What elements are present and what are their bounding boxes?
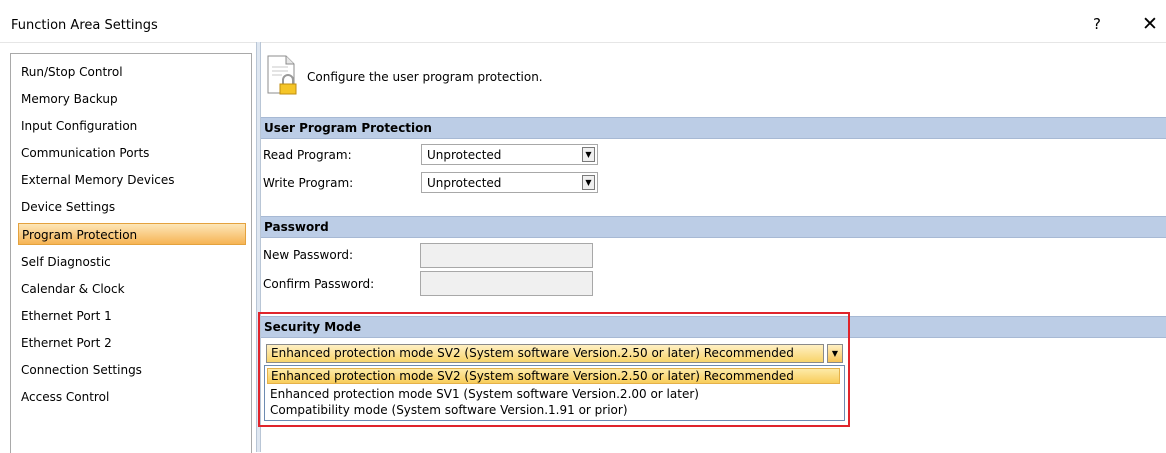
sidebar-item-run-stop-control[interactable]: Run/Stop Control (18, 61, 246, 83)
sidebar-item-device-settings[interactable]: Device Settings (18, 196, 246, 218)
window-title: Function Area Settings (11, 18, 158, 33)
sidebar-item-memory-backup[interactable]: Memory Backup (18, 88, 246, 110)
sidebar-item-connection-settings[interactable]: Connection Settings (18, 359, 246, 381)
chevron-down-icon[interactable]: ▼ (582, 175, 595, 190)
sidebar-item-input-configuration[interactable]: Input Configuration (18, 115, 246, 137)
section-header-password: Password (261, 216, 1166, 238)
read-program-value: Unprotected (427, 148, 502, 162)
sidebar-item-self-diagnostic[interactable]: Self Diagnostic (18, 251, 246, 273)
sidebar-item-access-control[interactable]: Access Control (18, 386, 246, 408)
help-button[interactable]: ? (1087, 14, 1107, 34)
confirm-password-label: Confirm Password: (263, 277, 375, 291)
new-password-label: New Password: (263, 248, 354, 262)
intro-text: Configure the user program protection. (307, 70, 543, 84)
settings-panel: Configure the user program protection. U… (258, 42, 1166, 452)
new-password-field[interactable] (420, 243, 593, 268)
close-button[interactable]: ✕ (1140, 14, 1160, 34)
highlight-annotation (258, 312, 850, 427)
sidebar-item-external-memory-devices[interactable]: External Memory Devices (18, 169, 246, 191)
sidebar-item-communication-ports[interactable]: Communication Ports (18, 142, 246, 164)
sidebar: Run/Stop Control Memory Backup Input Con… (10, 53, 252, 453)
section-header-user-program-protection: User Program Protection (261, 117, 1166, 139)
sidebar-item-program-protection[interactable]: Program Protection (18, 223, 246, 245)
write-program-select[interactable]: Unprotected ▼ (421, 172, 598, 193)
write-program-value: Unprotected (427, 176, 502, 190)
read-program-select[interactable]: Unprotected ▼ (421, 144, 598, 165)
write-program-label: Write Program: (263, 176, 354, 190)
read-program-label: Read Program: (263, 148, 352, 162)
document-lock-icon (267, 55, 297, 95)
sidebar-item-ethernet-port-1[interactable]: Ethernet Port 1 (18, 305, 246, 327)
sidebar-item-ethernet-port-2[interactable]: Ethernet Port 2 (18, 332, 246, 354)
chevron-down-icon[interactable]: ▼ (582, 147, 595, 162)
title-bar: Function Area Settings ? ✕ (0, 0, 1166, 43)
sidebar-item-calendar-clock[interactable]: Calendar & Clock (18, 278, 246, 300)
confirm-password-field[interactable] (420, 271, 593, 296)
